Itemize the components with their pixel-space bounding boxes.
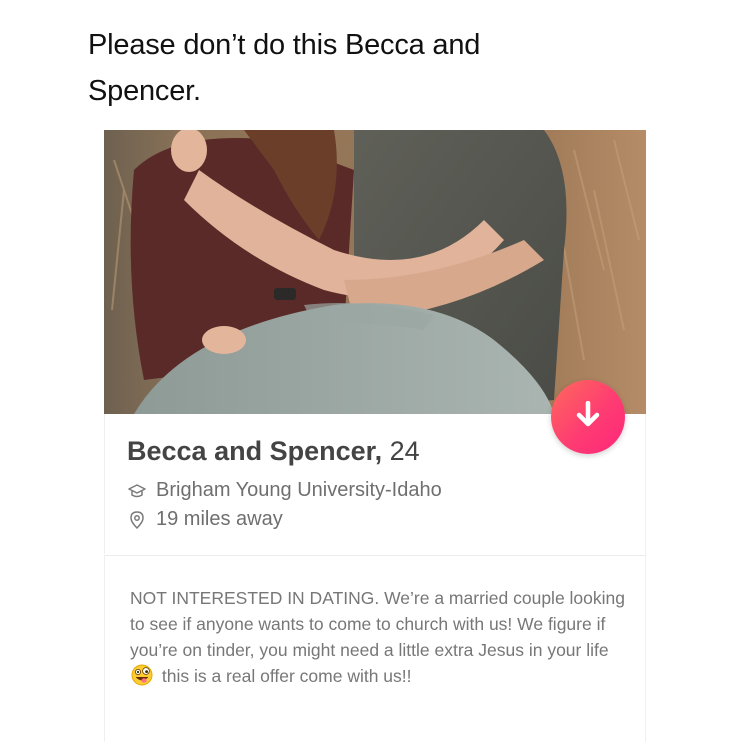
distance-row: 19 miles away xyxy=(128,508,283,531)
bio-text-1: NOT INTERESTED IN DATING. We’re a marrie… xyxy=(130,588,625,660)
profile-age: 24 xyxy=(389,436,420,466)
profile-name-age: Becca and Spencer, 24 xyxy=(127,436,420,467)
couple-photo-illustration xyxy=(104,130,646,414)
location-pin-icon xyxy=(128,510,146,529)
zany-face-emoji xyxy=(131,664,153,686)
bio-text-2: this is a real offer come with us!! xyxy=(157,666,412,686)
caption-line-1: Please don’t do this Becca and xyxy=(88,29,481,61)
graduation-cap-icon xyxy=(128,482,146,500)
caption-line-2: Spencer. xyxy=(88,75,201,107)
distance-text: 19 miles away xyxy=(156,508,283,530)
school-name: Brigham Young University-Idaho xyxy=(156,479,442,501)
profile-card: Becca and Spencer, 24 Brigham Young Univ… xyxy=(104,130,646,742)
profile-bio: NOT INTERESTED IN DATING. We’re a marrie… xyxy=(130,585,630,689)
post-caption: Please don’t do this Becca and Spencer. xyxy=(88,22,688,114)
profile-name: Becca and Spencer, xyxy=(127,436,383,466)
profile-photo[interactable] xyxy=(104,130,646,414)
school-row: Brigham Young University-Idaho xyxy=(128,479,442,502)
